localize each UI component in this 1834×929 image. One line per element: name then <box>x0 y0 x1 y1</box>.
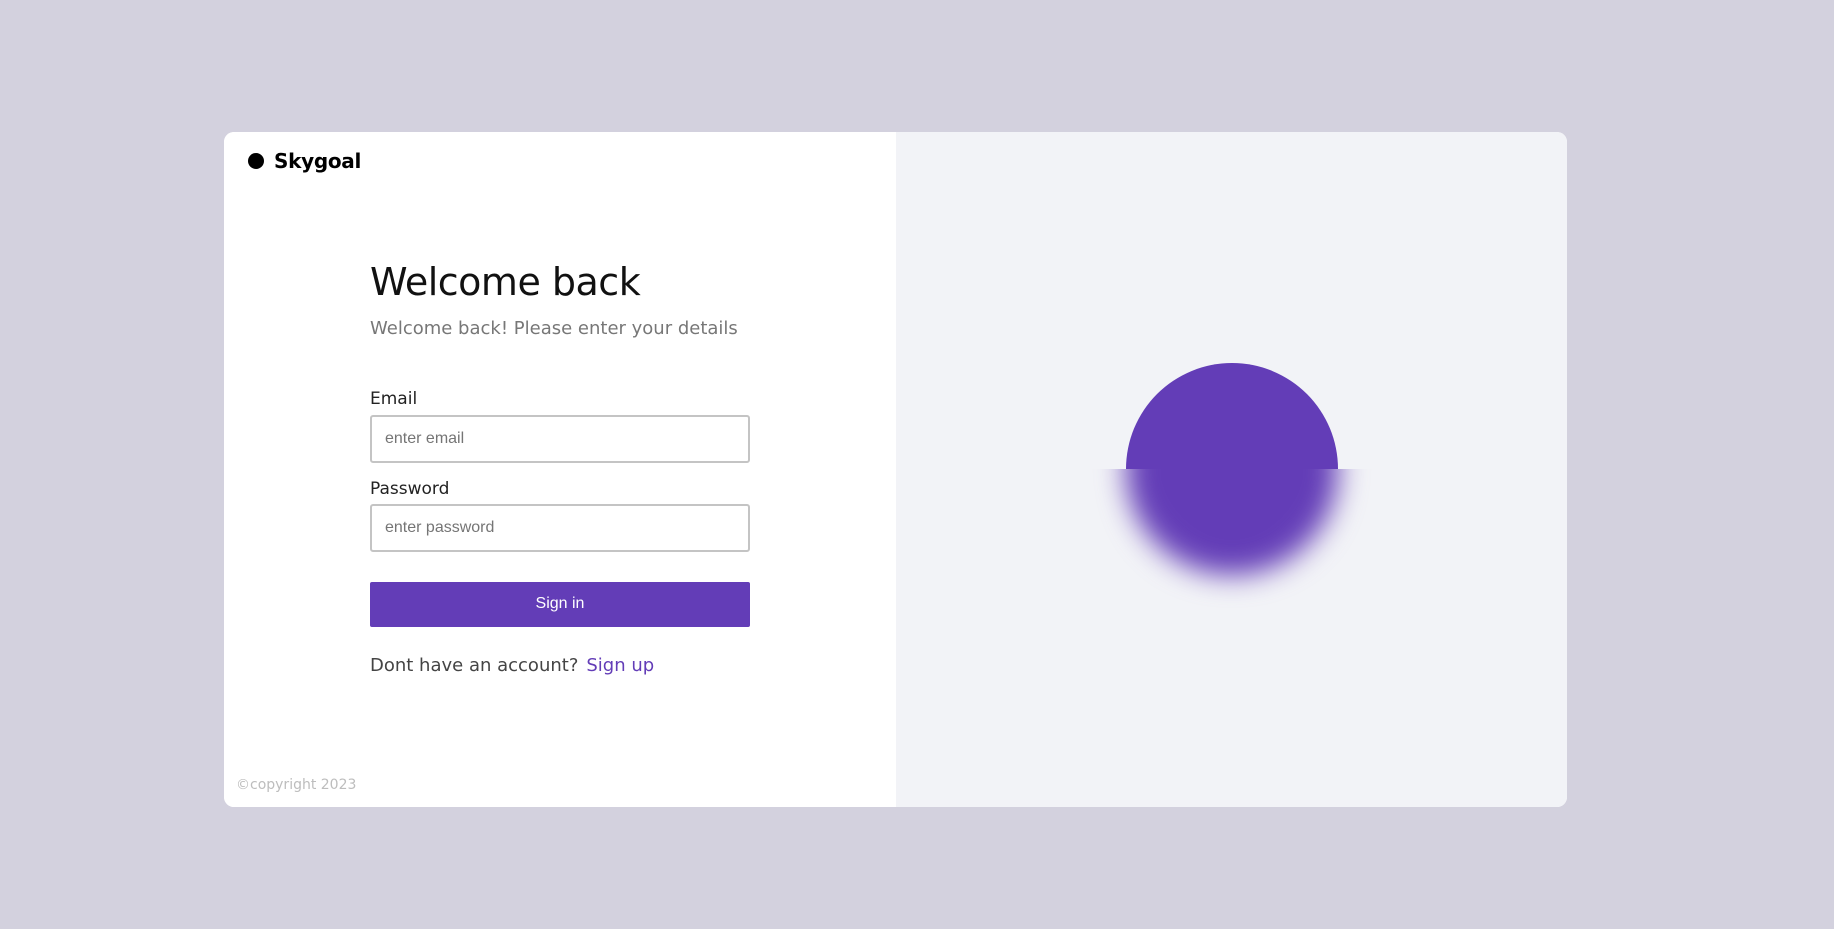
illustration-panel <box>896 132 1567 807</box>
orb-illustration-upper <box>1126 363 1338 469</box>
email-label: Email <box>370 389 418 410</box>
login-panel: Skygoal Welcome back Welcome back! Pleas… <box>224 132 896 807</box>
signup-row: Dont have an account? Sign up <box>370 655 750 676</box>
password-input[interactable] <box>370 503 750 552</box>
password-label: Password <box>370 478 450 499</box>
copyright-text: ©copyright 2023 <box>236 777 357 793</box>
brand-header: Skygoal <box>248 149 361 173</box>
brand-logo-icon <box>248 153 264 169</box>
sign-up-link[interactable]: Sign up <box>586 655 654 676</box>
signup-prompt: Dont have an account? <box>370 654 579 676</box>
brand-name: Skygoal <box>274 149 362 173</box>
login-card: Skygoal Welcome back Welcome back! Pleas… <box>224 132 1567 807</box>
sign-in-button[interactable]: Sign in <box>370 581 750 627</box>
page-subtitle: Welcome back! Please enter your details <box>370 317 738 339</box>
login-form: Welcome back Welcome back! Please enter … <box>370 260 750 676</box>
email-input[interactable] <box>370 414 750 463</box>
page-title: Welcome back <box>370 260 641 304</box>
